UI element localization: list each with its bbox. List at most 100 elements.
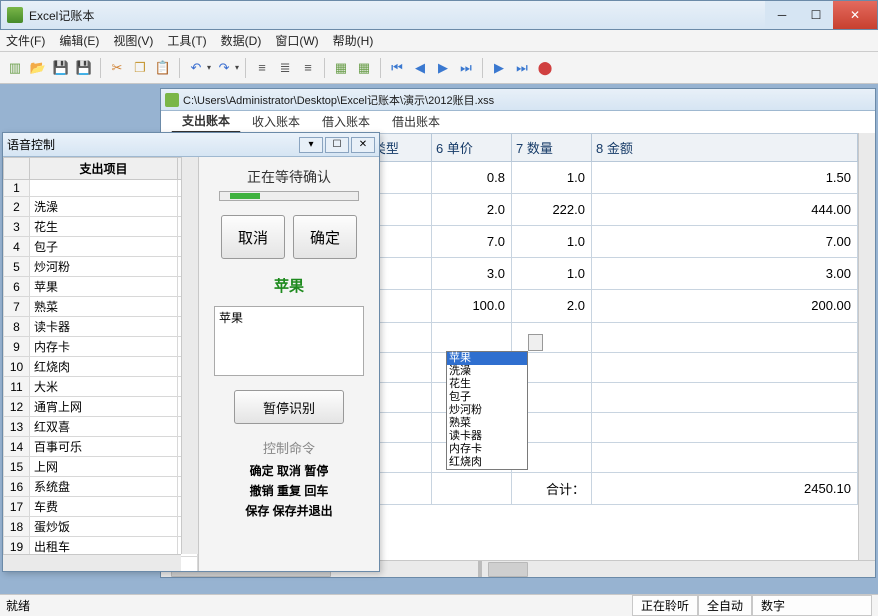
align-left-icon[interactable]: ≡ [252, 58, 272, 78]
tab-borrow-out[interactable]: 借出账本 [381, 110, 451, 133]
nav-first-icon[interactable]: ⏮ [387, 58, 407, 78]
list-item[interactable]: 5炒河粉 [4, 257, 198, 277]
status-listening[interactable]: 正在聆听 [632, 595, 698, 616]
voice-textbox[interactable]: 苹果 [214, 306, 364, 376]
list-item[interactable]: 17车费 [4, 497, 198, 517]
cell[interactable]: 1.0 [512, 226, 592, 258]
new-icon[interactable]: ▥ [5, 58, 25, 78]
dropdown-item[interactable]: 熟菜 [447, 417, 527, 430]
dropdown-item[interactable]: 红烧肉 [447, 456, 527, 469]
copy-icon[interactable]: ❐ [130, 58, 150, 78]
grid-scrollbar-vertical[interactable] [858, 133, 875, 560]
cell[interactable]: 200.00 [592, 290, 858, 323]
voice-list-scrollbar-h[interactable] [3, 554, 181, 571]
play-all-icon[interactable]: ⏭ [512, 58, 532, 78]
cell[interactable] [432, 322, 512, 352]
grid-header[interactable]: 8 金额 [592, 134, 858, 162]
list-item[interactable]: 14百事可乐 [4, 437, 198, 457]
nav-next-icon[interactable]: ▶ [433, 58, 453, 78]
menu-file[interactable]: 文件(F) [6, 32, 45, 49]
cell[interactable]: 2.0 [432, 194, 512, 226]
play-icon[interactable]: ▶ [489, 58, 509, 78]
undo-icon[interactable]: ↶ [186, 58, 206, 78]
tab-income[interactable]: 收入账本 [241, 110, 311, 133]
cell[interactable]: 2.0 [512, 290, 592, 323]
voice-toolwin-icon[interactable]: ▾ [299, 137, 323, 153]
close-button[interactable]: ✕ [833, 1, 877, 29]
list-item[interactable]: 12通宵上网 [4, 397, 198, 417]
sheet1-icon[interactable]: ▦ [331, 58, 351, 78]
list-item[interactable]: 3花生 [4, 217, 198, 237]
dropdown-item[interactable]: 炒河粉 [447, 404, 527, 417]
menu-data[interactable]: 数据(D) [221, 32, 262, 49]
list-item[interactable]: 4包子 [4, 237, 198, 257]
menu-view[interactable]: 视图(V) [113, 32, 153, 49]
list-item[interactable]: 16系统盘 [4, 477, 198, 497]
redo-dropdown[interactable]: ▾ [235, 63, 239, 72]
cell[interactable]: 7.0 [432, 226, 512, 258]
cell[interactable]: 3.00 [592, 258, 858, 290]
menu-edit[interactable]: 编辑(E) [59, 32, 99, 49]
status-mode[interactable]: 数字 [752, 595, 872, 616]
menu-help[interactable]: 帮助(H) [333, 32, 374, 49]
list-item[interactable]: 11大米 [4, 377, 198, 397]
save-icon[interactable]: 💾 [51, 58, 71, 78]
tab-borrow-in[interactable]: 借入账本 [311, 110, 381, 133]
voice-close-icon[interactable]: ✕ [351, 137, 375, 153]
list-item[interactable]: 7熟菜 [4, 297, 198, 317]
cell[interactable]: 222.0 [512, 194, 592, 226]
save-all-icon[interactable]: 💾 [74, 58, 94, 78]
list-item[interactable]: 8读卡器 [4, 317, 198, 337]
paste-icon[interactable]: 📋 [153, 58, 173, 78]
align-center-icon[interactable]: ≣ [275, 58, 295, 78]
dropdown-item[interactable]: 读卡器 [447, 430, 527, 443]
dropdown-item[interactable]: 包子 [447, 391, 527, 404]
cell[interactable]: 1.0 [512, 258, 592, 290]
menu-window[interactable]: 窗口(W) [275, 32, 318, 49]
grid-header[interactable]: 6 单价 [432, 134, 512, 162]
cell[interactable]: 1.0 [512, 162, 592, 194]
nav-prev-icon[interactable]: ◀ [410, 58, 430, 78]
list-item[interactable]: 10红烧肉 [4, 357, 198, 377]
cell[interactable]: 444.00 [592, 194, 858, 226]
list-item[interactable]: 15上网 [4, 457, 198, 477]
voice-control-window[interactable]: 语音控制 ▾ ☐ ✕ 支出项目 1 2洗澡 3花生 4包子 5炒河粉 6苹果 7… [2, 132, 380, 572]
cell[interactable]: 100.0 [432, 290, 512, 323]
record-icon[interactable]: ⬤ [535, 58, 555, 78]
voice-list-scrollbar-v[interactable] [181, 157, 198, 554]
cut-icon[interactable]: ✂ [107, 58, 127, 78]
dropdown-item[interactable]: 洗澡 [447, 365, 527, 378]
pause-recognition-button[interactable]: 暂停识别 [234, 390, 344, 424]
list-item[interactable]: 13红双喜 [4, 417, 198, 437]
voice-item-list[interactable]: 支出项目 1 2洗澡 3花生 4包子 5炒河粉 6苹果 7熟菜 8读卡器 9内存… [3, 157, 199, 571]
confirm-button[interactable]: 确定 [293, 215, 357, 259]
nav-last-icon[interactable]: ⏭ [456, 58, 476, 78]
dropdown-item[interactable]: 苹果 [447, 352, 527, 365]
cell[interactable]: 0.8 [432, 162, 512, 194]
voice-items-header[interactable]: 支出项目 [30, 158, 178, 180]
list-item[interactable]: 9内存卡 [4, 337, 198, 357]
redo-icon[interactable]: ↷ [214, 58, 234, 78]
cell[interactable] [592, 322, 858, 352]
sheet2-icon[interactable]: ▦ [354, 58, 374, 78]
voice-maximize-icon[interactable]: ☐ [325, 137, 349, 153]
voice-titlebar[interactable]: 语音控制 ▾ ☐ ✕ [3, 133, 379, 157]
menu-tools[interactable]: 工具(T) [167, 32, 206, 49]
list-item[interactable]: 18蛋炒饭 [4, 517, 198, 537]
open-icon[interactable]: 📂 [28, 58, 48, 78]
cell[interactable]: 7.00 [592, 226, 858, 258]
maximize-button[interactable]: ☐ [799, 1, 833, 29]
cell[interactable]: 1.50 [592, 162, 858, 194]
align-right-icon[interactable]: ≡ [298, 58, 318, 78]
grid-header[interactable]: 7 数量 [512, 134, 592, 162]
undo-dropdown[interactable]: ▾ [207, 63, 211, 72]
document-titlebar[interactable]: C:\Users\Administrator\Desktop\Excel记账本\… [161, 89, 875, 111]
dropdown-arrow-icon[interactable] [528, 334, 543, 351]
cancel-button[interactable]: 取消 [221, 215, 285, 259]
list-item[interactable]: 6苹果 [4, 277, 198, 297]
status-auto[interactable]: 全自动 [698, 595, 752, 616]
dropdown-item[interactable]: 花生 [447, 378, 527, 391]
cell[interactable]: 3.0 [432, 258, 512, 290]
cell-dropdown[interactable]: 苹果 洗澡 花生 包子 炒河粉 熟菜 读卡器 内存卡 红烧肉 [446, 351, 528, 470]
tab-expense[interactable]: 支出账本 [171, 109, 241, 133]
